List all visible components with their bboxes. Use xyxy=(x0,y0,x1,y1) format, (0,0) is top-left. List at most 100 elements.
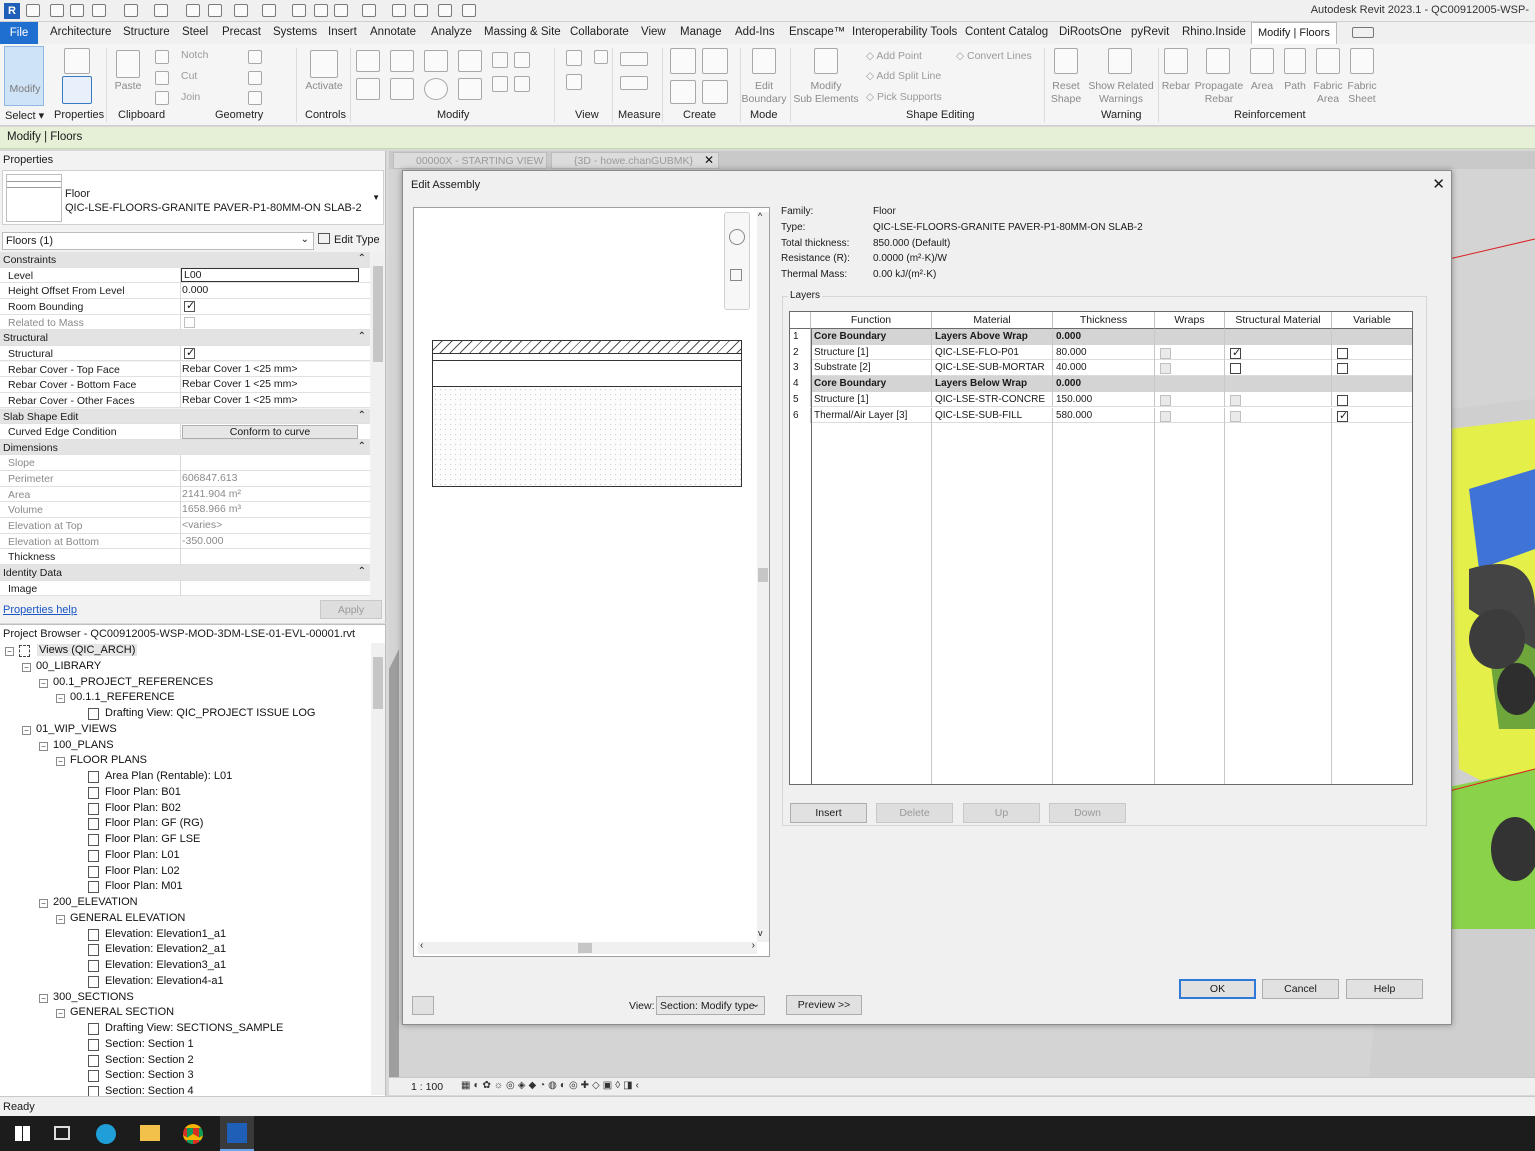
hide-icon[interactable] xyxy=(566,50,582,66)
property-category[interactable]: Slab Shape Edit ⌃ xyxy=(0,408,370,425)
scale-icon[interactable] xyxy=(492,76,508,92)
layer-function[interactable]: Structure [1] xyxy=(811,344,932,361)
array-icon[interactable] xyxy=(514,52,530,68)
filter-view-icon[interactable] xyxy=(594,50,608,64)
show-warnings-icon[interactable] xyxy=(1108,48,1132,74)
collapse-icon[interactable]: ⌃ xyxy=(358,253,366,264)
browser-view-item[interactable]: Drafting View: SECTIONS_SAMPLE xyxy=(105,1022,283,1034)
browser-view-item[interactable]: Floor Plan: L02 xyxy=(105,865,180,877)
browser-view-item[interactable]: Floor Plan: B02 xyxy=(105,802,181,814)
convert-lines-button[interactable]: ◇ Convert Lines xyxy=(956,50,1032,62)
view-select[interactable]: Section: Modify type ⌄ xyxy=(656,996,765,1015)
text-icon[interactable] xyxy=(314,4,328,17)
property-value[interactable]: 0.000 xyxy=(182,284,208,296)
group-select[interactable]: Select ▾ xyxy=(5,109,44,122)
tree-collapse-icon[interactable]: − xyxy=(39,678,48,688)
task-view-icon[interactable] xyxy=(54,1126,70,1140)
browser-folder-item[interactable]: FLOOR PLANS xyxy=(70,754,147,766)
close-icon[interactable]: ✕ xyxy=(1432,175,1445,193)
edit-type-button[interactable]: Edit Type xyxy=(318,233,380,246)
browser-scrollbar[interactable] xyxy=(371,643,385,1095)
wraps-checkbox[interactable] xyxy=(1160,410,1171,422)
tab-rhino-inside[interactable]: Rhino.Inside xyxy=(1182,26,1246,38)
create-assembly-icon[interactable] xyxy=(670,80,696,104)
layer-function[interactable]: Thermal/Air Layer [3] xyxy=(811,407,932,424)
add-point-button[interactable]: ◇ Add Point xyxy=(866,50,922,62)
measure-icon[interactable] xyxy=(234,4,248,17)
add-split-line-button[interactable]: ◇ Add Split Line xyxy=(866,70,941,82)
print-preview-icon[interactable] xyxy=(208,4,222,17)
tag-icon[interactable] xyxy=(292,4,306,17)
zoom-icon[interactable] xyxy=(730,269,742,281)
insert-button[interactable]: Insert xyxy=(790,803,867,823)
tab-steel[interactable]: Steel xyxy=(182,26,208,38)
tab-massing-site[interactable]: Massing & Site xyxy=(484,26,561,38)
split-face-icon[interactable] xyxy=(248,71,262,85)
tab-systems[interactable]: Systems xyxy=(273,26,317,38)
copy-modify-icon[interactable] xyxy=(390,78,414,100)
layer-material[interactable]: Layers Above Wrap xyxy=(932,329,1053,345)
browser-view-item[interactable]: Elevation: Elevation3_a1 xyxy=(105,959,226,971)
variable-checkbox[interactable] xyxy=(1337,394,1348,406)
property-checkbox[interactable] xyxy=(184,299,195,312)
browser-folder-item[interactable]: GENERAL SECTION xyxy=(70,1006,174,1018)
create-part-icon[interactable] xyxy=(670,48,696,74)
browser-view-item[interactable]: Section: Section 1 xyxy=(105,1038,194,1050)
tab-manage[interactable]: Manage xyxy=(680,26,722,38)
tab-modify-floors[interactable]: Modify | Floors xyxy=(1251,22,1337,44)
tab-analyze[interactable]: Analyze xyxy=(431,26,472,38)
similar-icon[interactable] xyxy=(702,80,728,104)
structural-material-checkbox[interactable] xyxy=(1230,346,1241,360)
property-value[interactable]: L00 xyxy=(181,267,359,282)
collapse-icon[interactable]: ⌃ xyxy=(358,410,366,421)
paint-icon[interactable] xyxy=(248,91,262,105)
property-checkbox[interactable] xyxy=(184,316,195,328)
rotate-icon[interactable] xyxy=(424,78,448,100)
area-rebar-icon[interactable] xyxy=(1250,48,1274,74)
layer-function[interactable]: Structure [1] xyxy=(811,391,932,408)
tab-collaborate[interactable]: Collaborate xyxy=(570,26,629,38)
tab-enscape[interactable]: Enscape™ xyxy=(789,26,845,38)
chrome-icon[interactable] xyxy=(183,1124,203,1144)
file-explorer-icon[interactable] xyxy=(140,1125,160,1141)
property-value[interactable]: Rebar Cover 1 <25 mm> xyxy=(182,363,298,375)
structural-material-checkbox[interactable] xyxy=(1230,410,1241,422)
folder-icon[interactable] xyxy=(50,4,64,17)
type-dropdown-icon[interactable]: ▼ xyxy=(372,193,380,202)
preview-button[interactable]: Preview >> xyxy=(786,995,862,1015)
match-type-icon[interactable] xyxy=(155,91,169,105)
collapse-icon[interactable]: ⌃ xyxy=(358,441,366,452)
chevron-left-icon[interactable]: ‹ xyxy=(420,940,423,951)
trim-icon[interactable] xyxy=(458,78,482,100)
layer-function[interactable]: Substrate [2] xyxy=(811,360,932,377)
view-controls-icon[interactable]: ▦◐✿☼◎◈◆◔◍◐◎✚◇▣◊◨‹ xyxy=(461,1080,642,1091)
chevron-up-icon[interactable]: ^ xyxy=(758,211,762,221)
wraps-checkbox[interactable] xyxy=(1160,347,1171,359)
tree-collapse-icon[interactable]: − xyxy=(5,647,14,656)
tree-collapse-icon[interactable]: − xyxy=(39,993,48,1003)
layer-material[interactable]: QIC-LSE-STR-CONCRE xyxy=(932,391,1053,408)
layer-material[interactable]: Layers Below Wrap xyxy=(932,376,1053,392)
modify-button[interactable]: Modify xyxy=(4,46,44,106)
properties-help-link[interactable]: Properties help xyxy=(3,604,77,616)
mirror-axis-icon[interactable] xyxy=(424,50,448,72)
tree-collapse-icon[interactable]: − xyxy=(56,914,65,924)
join-button[interactable]: Join xyxy=(181,91,200,103)
layers-table[interactable]: Function Material Thickness Wraps Struct… xyxy=(789,311,1413,785)
3d-view-icon[interactable] xyxy=(334,4,348,17)
chevron-right-icon[interactable]: › xyxy=(752,940,755,951)
preview-vscroll-thumb[interactable] xyxy=(758,568,768,582)
layer-row[interactable]: 3 Substrate [2] QIC-LSE-SUB-MORTAR 40.000 xyxy=(790,360,1412,377)
thin-lines-icon[interactable] xyxy=(392,4,406,17)
preview-hscroll[interactable]: ‹ › xyxy=(418,940,757,954)
layer-thickness[interactable]: 0.000 xyxy=(1053,329,1155,345)
sync-icon[interactable] xyxy=(92,4,106,17)
preview-vscroll[interactable]: ^ v xyxy=(757,211,769,942)
layer-row[interactable]: 5 Structure [1] QIC-LSE-STR-CONCRE 150.000 xyxy=(790,391,1412,408)
browser-view-item[interactable]: Drafting View: QIC_PROJECT ISSUE LOG xyxy=(105,707,316,719)
cut-button[interactable]: Cut xyxy=(181,70,197,82)
wraps-checkbox[interactable] xyxy=(1160,363,1171,375)
property-category[interactable]: Dimensions ⌃ xyxy=(0,439,370,456)
browser-view-item[interactable]: Floor Plan: L01 xyxy=(105,849,180,861)
tree-collapse-icon[interactable]: − xyxy=(22,662,31,672)
